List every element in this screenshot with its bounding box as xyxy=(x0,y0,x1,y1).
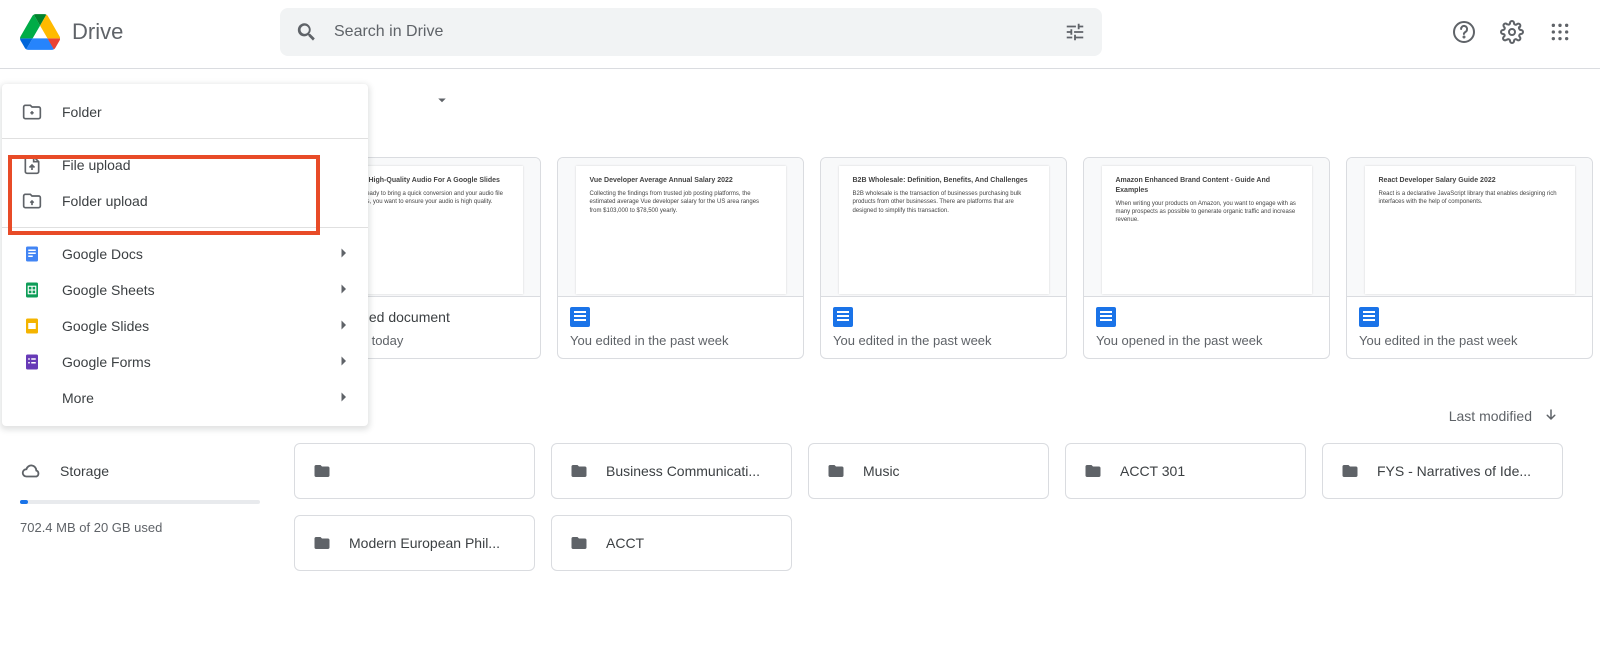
folder-name: ACCT 301 xyxy=(1120,463,1185,479)
file-subtitle: You edited in the past week xyxy=(570,333,791,348)
docs-icon xyxy=(833,307,853,327)
folder-item[interactable]: Modern European Phil... xyxy=(294,515,535,571)
drive-logo-icon xyxy=(20,14,60,50)
file-subtitle: You edited in the past week xyxy=(833,333,1054,348)
file-upload-item[interactable]: File upload xyxy=(2,147,368,183)
file-subtitle: You opened in the past week xyxy=(1096,333,1317,348)
folder-name: Music xyxy=(863,463,900,479)
folder-item[interactable]: FYS - Narratives of Ide... xyxy=(1322,443,1563,499)
search-options-icon[interactable] xyxy=(1064,21,1086,43)
gear-icon[interactable] xyxy=(1500,20,1524,44)
menu-label: Google Slides xyxy=(62,318,149,334)
folder-name: FYS - Narratives of Ide... xyxy=(1377,463,1531,479)
folder-icon xyxy=(311,534,333,552)
cloud-icon xyxy=(20,460,42,482)
new-folder-icon xyxy=(22,102,42,122)
help-icon[interactable] xyxy=(1452,20,1476,44)
blank-icon xyxy=(22,388,42,408)
folder-upload-icon xyxy=(22,191,42,211)
menu-label: Google Forms xyxy=(62,354,151,370)
google-sheets-icon xyxy=(22,280,42,300)
sort-label: Last modified xyxy=(1449,408,1532,424)
docs-icon xyxy=(570,307,590,327)
folder-icon xyxy=(568,462,590,480)
storage-section: Storage 702.4 MB of 20 GB used xyxy=(20,460,260,535)
folder-name: Modern European Phil... xyxy=(349,535,500,551)
chevron-right-icon xyxy=(334,388,352,409)
folders-grid: Business Communicati... Music ACCT 301 F… xyxy=(294,443,1600,571)
folder-item[interactable]: ACCT xyxy=(551,515,792,571)
folder-icon xyxy=(825,462,847,480)
search-input[interactable] xyxy=(334,23,1048,41)
google-forms-icon xyxy=(22,352,42,372)
google-slides-icon xyxy=(22,316,42,336)
file-preview: Amazon Enhanced Brand Content - Guide An… xyxy=(1084,158,1329,296)
docs-icon xyxy=(1359,307,1379,327)
menu-label: Folder xyxy=(62,104,102,120)
file-preview: React Developer Salary Guide 2022React i… xyxy=(1347,158,1592,296)
folder-item[interactable] xyxy=(294,443,535,499)
file-preview: Vue Developer Average Annual Salary 2022… xyxy=(558,158,803,296)
file-subtitle: You edited in the past week xyxy=(1359,333,1580,348)
header-actions xyxy=(1452,20,1580,44)
docs-icon xyxy=(1096,307,1116,327)
menu-label: Folder upload xyxy=(62,193,148,209)
folder-upload-item[interactable]: Folder upload xyxy=(2,183,368,219)
app-header: Drive xyxy=(0,0,1600,64)
menu-separator xyxy=(2,227,368,228)
brand[interactable]: Drive xyxy=(20,14,280,50)
file-card[interactable]: Vue Developer Average Annual Salary 2022… xyxy=(557,157,804,359)
brand-name: Drive xyxy=(72,19,123,45)
google-docs-item[interactable]: Google Docs xyxy=(2,236,368,272)
chevron-right-icon xyxy=(334,352,352,373)
suggested-files-row: How To Add High-Quality Audio For A Goog… xyxy=(294,157,1600,359)
google-sheets-item[interactable]: Google Sheets xyxy=(2,272,368,308)
menu-separator xyxy=(2,138,368,139)
storage-bar-fill xyxy=(20,500,28,504)
search-icon xyxy=(296,21,318,43)
chevron-right-icon xyxy=(334,280,352,301)
storage-label: Storage xyxy=(60,463,109,479)
google-forms-item[interactable]: Google Forms xyxy=(2,344,368,380)
folders-header: Folders Last modified xyxy=(294,407,1600,425)
chevron-down-icon xyxy=(433,91,451,109)
breadcrumb[interactable]: My Drive xyxy=(356,89,1600,110)
file-upload-icon xyxy=(22,155,42,175)
folder-item[interactable]: ACCT 301 xyxy=(1065,443,1306,499)
folder-name: Business Communicati... xyxy=(606,463,760,479)
apps-grid-icon[interactable] xyxy=(1548,20,1572,44)
more-item[interactable]: More xyxy=(2,380,368,416)
folder-icon xyxy=(1339,462,1361,480)
folder-item[interactable]: Music xyxy=(808,443,1049,499)
file-card[interactable]: Amazon Enhanced Brand Content - Guide An… xyxy=(1083,157,1330,359)
google-docs-icon xyxy=(22,244,42,264)
storage-nav-item[interactable]: Storage xyxy=(20,460,260,482)
new-menu: Folder File upload Folder upload Google … xyxy=(2,84,368,426)
file-card[interactable]: React Developer Salary Guide 2022React i… xyxy=(1346,157,1593,359)
folder-icon xyxy=(1082,462,1104,480)
folder-icon xyxy=(568,534,590,552)
new-folder-item[interactable]: Folder xyxy=(2,94,368,130)
storage-usage-text: 702.4 MB of 20 GB used xyxy=(20,520,260,535)
arrow-down-icon xyxy=(1542,407,1560,425)
chevron-right-icon xyxy=(334,316,352,337)
storage-bar xyxy=(20,500,260,504)
search-bar[interactable] xyxy=(280,8,1102,56)
menu-label: File upload xyxy=(62,157,131,173)
sort-control[interactable]: Last modified xyxy=(1449,407,1560,425)
menu-label: Google Sheets xyxy=(62,282,155,298)
menu-label: More xyxy=(62,390,94,406)
google-slides-item[interactable]: Google Slides xyxy=(2,308,368,344)
chevron-right-icon xyxy=(334,244,352,265)
menu-label: Google Docs xyxy=(62,246,143,262)
file-card[interactable]: B2B Wholesale: Definition, Benefits, And… xyxy=(820,157,1067,359)
folder-name: ACCT xyxy=(606,535,644,551)
folder-icon xyxy=(311,462,333,480)
folder-item[interactable]: Business Communicati... xyxy=(551,443,792,499)
file-preview: B2B Wholesale: Definition, Benefits, And… xyxy=(821,158,1066,296)
